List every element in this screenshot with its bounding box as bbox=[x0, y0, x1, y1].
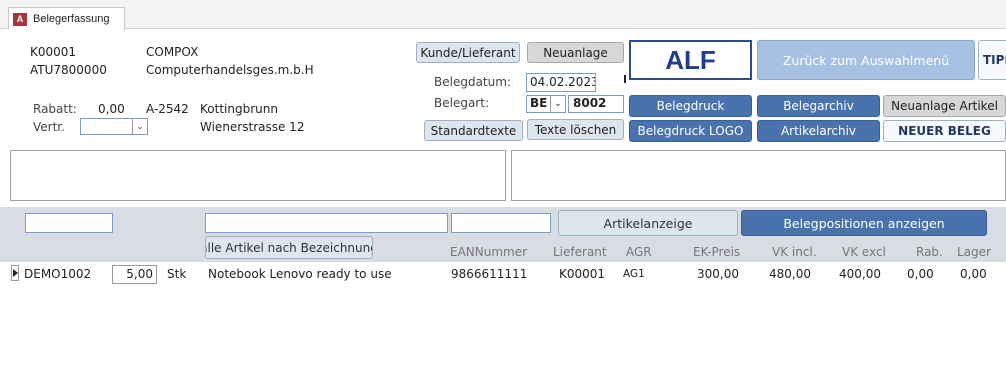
text-memo-left[interactable] bbox=[10, 150, 506, 201]
col-vk-excl: VK excl bbox=[842, 245, 886, 259]
access-form-icon: A bbox=[13, 12, 27, 26]
col-lager: Lager bbox=[957, 245, 991, 259]
customer-fullname: Computerhandelsges.m.b.H bbox=[146, 63, 314, 77]
customer-uid: ATU7800000 bbox=[30, 63, 107, 77]
row-lieferant: K00001 bbox=[559, 267, 606, 281]
row-ek: 300,00 bbox=[697, 267, 739, 281]
neuanlage-button[interactable]: Neuanlage bbox=[527, 42, 624, 63]
tab-bar bbox=[0, 0, 1006, 29]
rabatt-label: Rabatt: bbox=[33, 102, 77, 116]
tab-belegerfassung[interactable]: A Belegerfassung bbox=[8, 7, 125, 30]
customer-name: COMPOX bbox=[146, 45, 199, 59]
vertr-label: Vertr. bbox=[33, 120, 65, 134]
rabatt-value: 0,00 bbox=[98, 102, 125, 116]
artikel-search-input[interactable] bbox=[25, 213, 113, 233]
kunde-lieferant-button[interactable]: Kunde/Lieferant bbox=[416, 42, 520, 63]
belegpositionen-button[interactable]: Belegpositionen anzeigen bbox=[741, 210, 987, 236]
belegdatum-input[interactable]: 04.02.2023 bbox=[526, 73, 596, 92]
col-vk-incl: VK incl. bbox=[772, 245, 817, 259]
customer-city: Kottingbrunn bbox=[200, 102, 278, 116]
ean-search-input[interactable] bbox=[451, 213, 551, 233]
chevron-down-icon[interactable]: ⌄ bbox=[132, 119, 147, 134]
belegnummer-input[interactable]: 8002 bbox=[568, 95, 624, 113]
row-vk-incl: 480,00 bbox=[769, 267, 811, 281]
col-ek-preis: EK-Preis bbox=[693, 245, 741, 259]
row-bezeichnung: Notebook Lenovo ready to use bbox=[208, 267, 392, 281]
record-selector[interactable] bbox=[11, 265, 19, 281]
tab-label: Belegerfassung bbox=[33, 13, 110, 25]
artikelarchiv-button[interactable]: Artikelarchiv bbox=[757, 120, 880, 142]
col-agr: AGR bbox=[626, 245, 652, 259]
bezeichnung-search-input[interactable] bbox=[205, 213, 448, 233]
belegdruck-button[interactable]: Belegdruck bbox=[629, 95, 752, 117]
belegdatum-label: Belegdatum: bbox=[434, 75, 511, 89]
col-lieferant: Lieferant bbox=[553, 245, 607, 259]
customer-zip: A-2542 bbox=[146, 102, 189, 116]
belegdruck-logo-button[interactable]: Belegdruck LOGO bbox=[629, 120, 752, 142]
col-rab: Rab. bbox=[916, 245, 943, 259]
row-einheit: Stk bbox=[167, 267, 187, 281]
belegarchiv-button[interactable]: Belegarchiv bbox=[757, 95, 880, 117]
artikelanzeige-button[interactable]: Artikelanzeige bbox=[558, 210, 738, 236]
row-rab: 0,00 bbox=[907, 267, 934, 281]
belegart-select[interactable]: BE ⌄ bbox=[526, 95, 566, 113]
zurueck-button[interactable]: Zurück zum Auswahlmenü bbox=[757, 40, 975, 80]
belegart-value: BE bbox=[530, 96, 548, 110]
table-row[interactable]: DEMO1002 5,00 Stk Notebook Lenovo ready … bbox=[11, 265, 1006, 285]
neuanlage-artikel-button[interactable]: Neuanlage Artikel bbox=[883, 95, 1006, 117]
tipp-button[interactable]: TIPP bbox=[978, 40, 1006, 80]
text-memo-right[interactable] bbox=[511, 150, 1006, 201]
cursor-mark bbox=[624, 75, 626, 83]
row-artikel: DEMO1002 bbox=[24, 267, 92, 281]
texte-loeschen-button[interactable]: Texte löschen bbox=[527, 119, 624, 140]
belegart-label: Belegart: bbox=[434, 96, 489, 110]
vertr-select[interactable]: ⌄ bbox=[80, 118, 148, 135]
row-menge-input[interactable]: 5,00 bbox=[112, 265, 157, 284]
row-agr: AG1 bbox=[623, 268, 645, 280]
standardtexte-button[interactable]: Standardtexte bbox=[424, 120, 523, 141]
alf-logo: ALF bbox=[629, 40, 752, 80]
alle-artikel-button[interactable]: alle Artikel nach Bezeichnung bbox=[205, 236, 373, 259]
col-ean: EANNummer bbox=[450, 245, 528, 259]
chevron-down-icon[interactable]: ⌄ bbox=[550, 96, 565, 112]
row-lager: 0,00 bbox=[960, 267, 987, 281]
row-ean: 9866611111 bbox=[451, 267, 528, 281]
customer-street: Wienerstrasse 12 bbox=[200, 120, 305, 134]
neuer-beleg-button[interactable]: NEUER BELEG bbox=[883, 120, 1006, 142]
customer-number: K00001 bbox=[30, 45, 77, 59]
row-vk-excl: 400,00 bbox=[839, 267, 881, 281]
row-pointer-icon bbox=[13, 269, 18, 277]
